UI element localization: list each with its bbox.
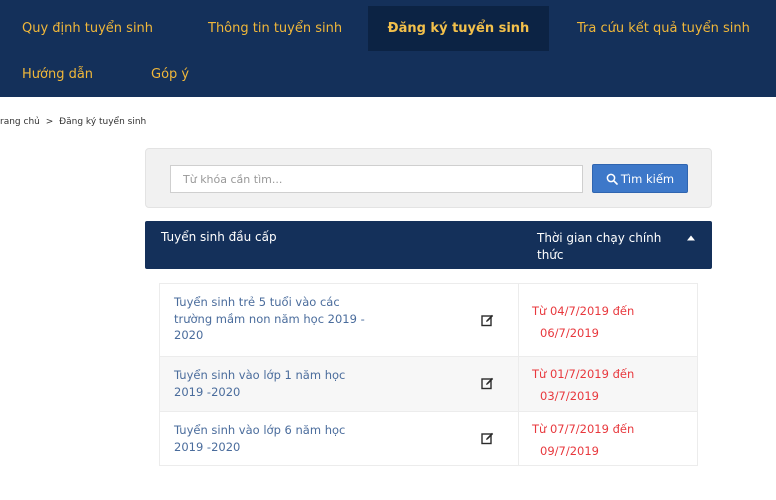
top-navigation: Quy định tuyển sinh Thông tin tuyển sinh…	[0, 0, 776, 97]
column-divider	[518, 357, 519, 411]
table-row: Tuyển sinh trẻ 5 tuổi vào các trường mầm…	[160, 284, 697, 357]
time-to: 03/7/2019	[540, 389, 599, 403]
table-row: Tuyển sinh vào lớp 1 năm học 2019 -2020 …	[160, 357, 697, 412]
edit-icon[interactable]	[481, 432, 494, 445]
column-header-title: Tuyển sinh đầu cấp	[161, 230, 277, 244]
search-icon	[606, 173, 618, 185]
edit-icon[interactable]	[481, 314, 494, 327]
column-divider	[518, 412, 519, 465]
search-button-label: Tìm kiếm	[620, 171, 675, 186]
table-row: Tuyển sinh vào lớp 6 năm học 2019 -2020 …	[160, 412, 697, 465]
search-input[interactable]	[170, 165, 583, 193]
nav-item-thong-tin-tuyen-sinh[interactable]: Thông tin tuyển sinh	[208, 20, 342, 38]
nav-item-gop-y[interactable]: Góp ý	[151, 66, 189, 84]
search-button[interactable]: Tìm kiếm	[592, 164, 688, 193]
admission-time: Từ 04/7/2019 đến 06/7/2019	[532, 300, 672, 344]
admissions-table: Tuyển sinh trẻ 5 tuổi vào các trường mầm…	[159, 283, 698, 466]
time-to: 09/7/2019	[540, 444, 599, 458]
nav-item-huong-dan[interactable]: Hướng dẫn	[22, 66, 93, 84]
breadcrumb-home[interactable]: rang chủ	[0, 117, 40, 127]
admission-name-link[interactable]: Tuyển sinh trẻ 5 tuổi vào các trường mầm…	[174, 294, 374, 344]
nav-item-dang-ky-tuyen-sinh[interactable]: Đăng ký tuyển sinh	[368, 6, 549, 51]
time-from: Từ 04/7/2019 đến	[532, 304, 635, 318]
admission-time: Từ 01/7/2019 đến 03/7/2019	[532, 363, 672, 407]
table-header: Tuyển sinh đầu cấp Thời gian chạy chính …	[145, 221, 712, 269]
admission-time: Từ 07/7/2019 đến 09/7/2019	[532, 418, 672, 462]
time-from: Từ 07/7/2019 đến	[532, 422, 635, 436]
admission-name-link[interactable]: Tuyển sinh vào lớp 6 năm học 2019 -2020	[174, 422, 374, 455]
time-from: Từ 01/7/2019 đến	[532, 367, 635, 381]
time-to: 06/7/2019	[540, 326, 599, 340]
search-panel: Tìm kiếm	[145, 148, 712, 208]
breadcrumb-separator: >	[45, 117, 54, 127]
column-divider	[518, 284, 519, 356]
edit-icon[interactable]	[481, 377, 494, 390]
nav-item-tra-cuu-ket-qua[interactable]: Tra cứu kết quả tuyển sinh	[577, 20, 750, 38]
column-header-time: Thời gian chạy chính thức	[537, 231, 662, 262]
caret-up-icon[interactable]	[686, 234, 696, 242]
breadcrumb-current: Đăng ký tuyển sinh	[59, 117, 147, 127]
admission-name-link[interactable]: Tuyển sinh vào lớp 1 năm học 2019 -2020	[174, 367, 374, 400]
breadcrumb: rang chủ > Đăng ký tuyển sinh	[0, 117, 149, 127]
nav-item-quy-dinh-tuyen-sinh[interactable]: Quy định tuyển sinh	[22, 20, 153, 38]
